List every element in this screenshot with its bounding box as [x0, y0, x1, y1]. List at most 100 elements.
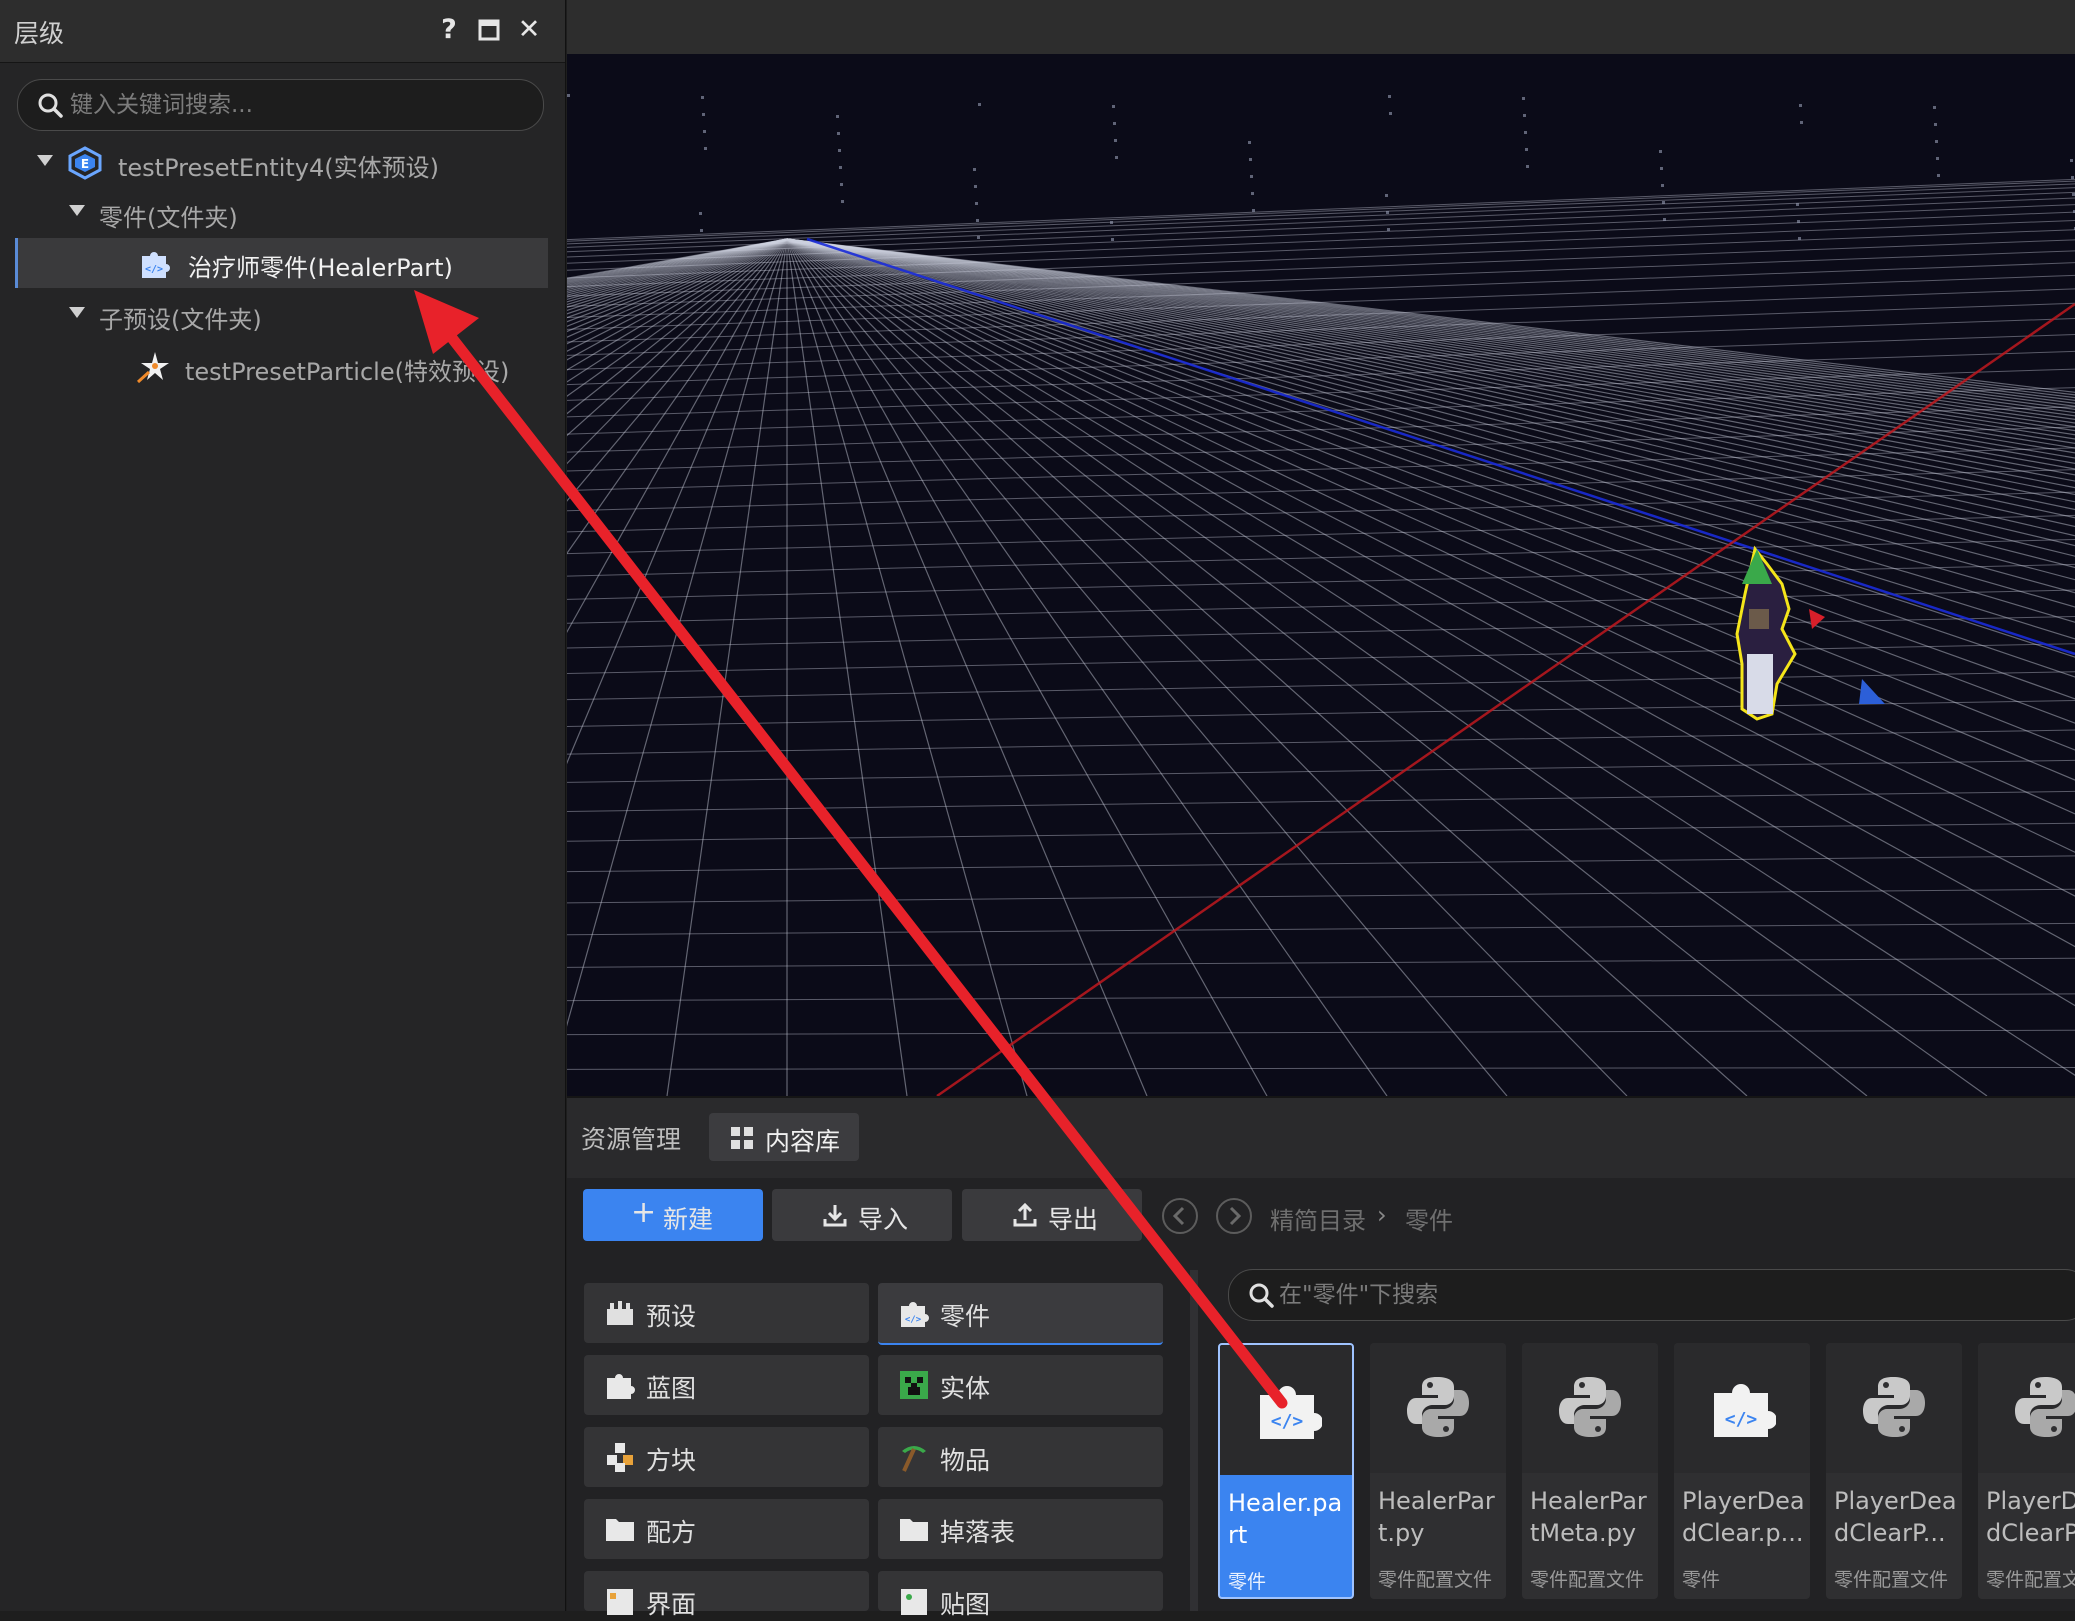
tree-item-healer-part[interactable]: </> 治疗师零件(HealerPart) — [15, 238, 548, 288]
category-loot-table[interactable]: 掉落表 — [878, 1499, 1163, 1559]
scene-viewport[interactable] — [567, 54, 2075, 1096]
plus-icon: + — [631, 1195, 657, 1230]
category-preset[interactable]: 预设 — [584, 1283, 869, 1343]
tree-item-subpreset-folder[interactable]: 子预设(文件夹) — [15, 290, 545, 340]
file-type: 零件配置文件 — [1530, 1569, 1645, 1591]
scene-grid — [567, 94, 2075, 1096]
category-label: 贴图 — [940, 1590, 991, 1619]
download-icon — [823, 1205, 847, 1227]
panel-title: 层级 — [14, 19, 65, 48]
ui-icon — [607, 1589, 633, 1615]
tree-item-entity-preset[interactable]: E testPresetEntity4(实体预设) — [15, 138, 545, 188]
preset-icon — [607, 1301, 633, 1325]
expand-arrow-icon[interactable] — [37, 155, 53, 166]
new-button[interactable]: + 新建 — [583, 1189, 763, 1241]
category-label: 界面 — [646, 1590, 697, 1619]
upload-icon — [1013, 1202, 1037, 1227]
grid-icon — [731, 1127, 753, 1149]
file-type: 零件配置文件 — [1378, 1569, 1493, 1591]
file-type: 零件配置文 — [1986, 1569, 2075, 1591]
file-type: 零件配置文件 — [1834, 1569, 1949, 1591]
tree-item-particle-preset[interactable]: testPresetParticle(特效预设) — [15, 342, 545, 392]
breadcrumb-root[interactable]: 精简目录 — [1270, 1201, 1366, 1236]
file-thumbnail — [1370, 1343, 1506, 1473]
file-type: 零件 — [1228, 1571, 1267, 1593]
category-label: 方块 — [646, 1446, 697, 1475]
category-label: 物品 — [940, 1446, 991, 1475]
file-thumbnail — [1978, 1343, 2075, 1473]
category-entity[interactable]: 实体 — [878, 1355, 1163, 1415]
pickaxe-icon — [902, 1446, 926, 1472]
creeper-icon — [900, 1371, 928, 1399]
file-name: HealerPartMeta.py — [1530, 1487, 1647, 1547]
file-card[interactable]: HealerPartMeta.py 零件配置文件 — [1522, 1343, 1658, 1599]
folder-icon — [900, 1519, 928, 1541]
file-thumbnail: </> — [1674, 1343, 1810, 1473]
image-icon — [901, 1589, 927, 1615]
help-button[interactable]: ? — [432, 12, 466, 48]
chevron-left-icon — [1172, 1206, 1185, 1226]
category-ui[interactable]: 界面 — [584, 1571, 869, 1619]
category-item[interactable]: 物品 — [878, 1427, 1163, 1487]
category-recipe[interactable]: 配方 — [584, 1499, 869, 1559]
python-icon — [1559, 1377, 1621, 1437]
tab-asset-management[interactable]: 资源管理 — [581, 1120, 681, 1156]
import-button[interactable]: 导入 — [772, 1189, 952, 1241]
folder-icon — [606, 1519, 634, 1541]
button-label: 导出 — [1048, 1205, 1099, 1234]
forward-button[interactable] — [1216, 1198, 1252, 1234]
file-name: Healer.part — [1228, 1489, 1343, 1549]
category-label: 零件 — [940, 1302, 991, 1331]
part-puzzle-icon: </> — [1714, 1384, 1776, 1437]
expand-arrow-icon[interactable] — [69, 205, 85, 216]
search-input[interactable] — [68, 86, 522, 124]
tree-item-label: testPresetEntity4(实体预设) — [118, 154, 439, 182]
category-label: 蓝图 — [646, 1374, 697, 1403]
hierarchy-search[interactable] — [17, 79, 544, 131]
category-block[interactable]: 方块 — [584, 1427, 869, 1487]
blueprint-icon — [607, 1374, 635, 1399]
hierarchy-header: 层级 ? ✕ — [0, 0, 565, 63]
category-texture[interactable]: 贴图 — [878, 1571, 1163, 1619]
maximize-icon — [478, 19, 500, 41]
breadcrumb-separator: › — [1377, 1201, 1387, 1229]
scrollbar[interactable] — [1190, 1270, 1198, 1611]
particle-star-icon — [136, 352, 169, 384]
file-thumbnail — [1826, 1343, 1962, 1473]
file-card[interactable]: PlayerDeadClearP... 零件配置文件 — [1826, 1343, 1962, 1599]
file-card[interactable]: </> PlayerDeadClear.p... 零件 — [1674, 1343, 1810, 1599]
file-search-input[interactable] — [1277, 1276, 1981, 1314]
tree-item-label: 治疗师零件(HealerPart) — [188, 254, 453, 282]
tree-item-parts-folder[interactable]: 零件(文件夹) — [15, 188, 545, 238]
svg-text:</>: </> — [1271, 1411, 1304, 1432]
maximize-button[interactable] — [472, 12, 506, 48]
file-name: PlayerDeadClearP — [1986, 1487, 2075, 1547]
category-label: 掉落表 — [940, 1518, 1016, 1547]
category-label: 配方 — [646, 1518, 697, 1547]
category-label: 预设 — [646, 1302, 697, 1331]
entity-preset-icon: E — [68, 146, 102, 180]
tab-content-library[interactable]: 内容库 — [709, 1113, 859, 1161]
tab-label: 内容库 — [765, 1127, 841, 1156]
expand-arrow-icon[interactable] — [69, 307, 85, 318]
python-icon — [1863, 1377, 1925, 1437]
asset-tabs: 资源管理 内容库 — [567, 1096, 2075, 1178]
file-name: HealerPart.py — [1378, 1487, 1495, 1547]
export-button[interactable]: 导出 — [962, 1189, 1142, 1241]
hierarchy-panel: 层级 ? ✕ E testPresetEntity4(实体预设) 零件(文件夹)… — [0, 0, 566, 1611]
file-card[interactable]: HealerPart.py 零件配置文件 — [1370, 1343, 1506, 1599]
button-label: 新建 — [663, 1205, 714, 1234]
file-card[interactable]: </> Healer.part 零件 — [1218, 1343, 1354, 1599]
category-blueprint[interactable]: 蓝图 — [584, 1355, 869, 1415]
category-part[interactable]: </> 零件 — [878, 1283, 1163, 1345]
file-search[interactable] — [1228, 1269, 2075, 1321]
python-icon — [2015, 1377, 2075, 1437]
file-card[interactable]: PlayerDeadClearP 零件配置文 — [1978, 1343, 2075, 1599]
file-name: PlayerDeadClear.p... — [1682, 1487, 1805, 1547]
close-button[interactable]: ✕ — [512, 12, 546, 48]
python-icon — [1407, 1377, 1469, 1437]
part-puzzle-icon: </> — [901, 1302, 929, 1327]
tree-item-label: 零件(文件夹) — [99, 204, 238, 232]
back-button[interactable] — [1162, 1198, 1198, 1234]
category-label: 实体 — [940, 1374, 991, 1403]
